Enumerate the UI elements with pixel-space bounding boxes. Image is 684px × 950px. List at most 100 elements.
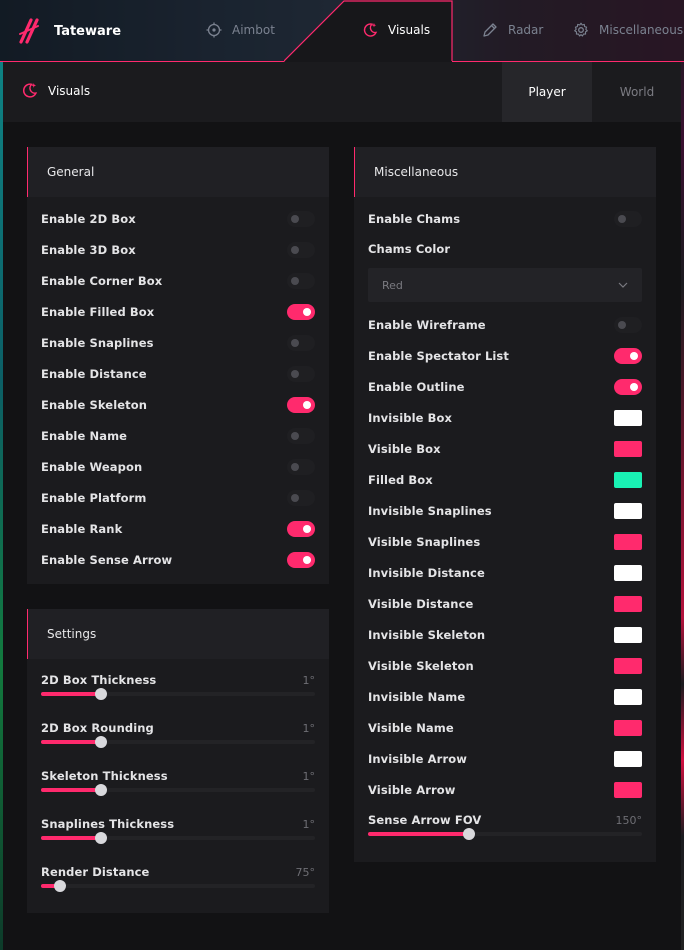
slider-handle[interactable] (54, 880, 67, 892)
toggle-switch[interactable] (614, 348, 642, 364)
slider-label: Snaplines Thickness (41, 817, 175, 831)
toggle-switch[interactable] (287, 552, 315, 568)
slider-header: Snaplines Thickness 1° (41, 816, 315, 832)
color-label: Invisible Distance (368, 566, 485, 580)
chams-color-select[interactable]: Red (368, 268, 642, 302)
slider-value: 1° (302, 673, 316, 687)
slider-track[interactable] (41, 736, 315, 748)
slider-handle[interactable] (463, 828, 476, 840)
color-swatch[interactable] (614, 503, 642, 519)
color-swatch[interactable] (614, 720, 642, 736)
toggle-row: Enable Outline (368, 377, 642, 397)
settings-panel-title: Settings (27, 609, 329, 659)
slider-value: 1° (302, 817, 316, 831)
tateware-logo-icon (18, 18, 40, 44)
color-swatch[interactable] (614, 472, 642, 488)
toggle-switch[interactable] (287, 242, 315, 258)
color-row: Visible Name (368, 718, 642, 738)
color-row: Invisible Distance (368, 563, 642, 583)
color-row: Invisible Skeleton (368, 625, 642, 645)
color-swatch[interactable] (614, 751, 642, 767)
toggle-label: Enable Spectator List (368, 349, 509, 363)
toggle-row: Enable Filled Box (41, 302, 315, 322)
general-panel-title: General (27, 147, 329, 197)
toggle-label: Enable Sense Arrow (41, 553, 173, 567)
toggle-switch[interactable] (287, 428, 315, 444)
toggle-label: Enable Distance (41, 367, 147, 381)
toggle-switch[interactable] (287, 304, 315, 320)
toggle-row: Enable Distance (41, 364, 315, 384)
toggle-switch[interactable] (287, 521, 315, 537)
toggle-label: Enable Platform (41, 491, 147, 505)
toggle-switch[interactable] (614, 379, 642, 395)
toggle-label: Enable Rank (41, 522, 123, 536)
background-edge-left (0, 0, 3, 950)
slider-handle[interactable] (95, 832, 108, 844)
slider-track[interactable] (41, 880, 315, 892)
toggle-switch[interactable] (287, 397, 315, 413)
toggle-switch[interactable] (614, 317, 642, 333)
color-row: Invisible Box (368, 408, 642, 428)
slider-label: 2D Box Rounding (41, 721, 154, 735)
slider-track[interactable] (41, 784, 315, 796)
slider-handle[interactable] (95, 784, 108, 796)
slider-handle[interactable] (95, 688, 108, 700)
slider-label: Sense Arrow FOV (368, 813, 482, 827)
color-swatch[interactable] (614, 565, 642, 581)
slider-track[interactable] (41, 688, 315, 700)
color-row: Visible Skeleton (368, 656, 642, 676)
color-swatch[interactable] (614, 689, 642, 705)
toggle-switch[interactable] (287, 459, 315, 475)
color-swatch[interactable] (614, 596, 642, 612)
color-row: Visible Snaplines (368, 532, 642, 552)
tab-player[interactable]: Player (502, 62, 592, 122)
nav-item-radar[interactable]: Radar (482, 22, 543, 38)
slider-fill (41, 740, 102, 744)
color-swatch[interactable] (614, 441, 642, 457)
enable-chams-toggle[interactable] (614, 211, 642, 227)
nav-item-aimbot[interactable]: Aimbot (206, 22, 275, 38)
toggle-row: Enable 2D Box (41, 209, 315, 229)
toggle-row: Enable 3D Box (41, 240, 315, 260)
toggle-switch[interactable] (287, 273, 315, 289)
chams-color-label: Chams Color (368, 242, 451, 256)
crosshair-icon (206, 22, 222, 38)
color-swatch[interactable] (614, 627, 642, 643)
slider-label: Render Distance (41, 865, 150, 879)
toggle-switch[interactable] (287, 490, 315, 506)
toggle-label: Enable 3D Box (41, 243, 136, 257)
moon-star-icon (23, 83, 38, 98)
color-label: Visible Arrow (368, 783, 456, 797)
color-label: Visible Snaplines (368, 535, 481, 549)
toggle-switch[interactable] (287, 211, 315, 227)
chams-color-value: Red (382, 278, 403, 292)
toggle-row: Enable Sense Arrow (41, 550, 315, 570)
toggle-row: Enable Spectator List (368, 346, 642, 366)
color-swatch[interactable] (614, 410, 642, 426)
toggle-label: Enable Chams (368, 212, 461, 226)
slider-row: 2D Box Rounding 1° (41, 720, 315, 754)
color-swatch[interactable] (614, 534, 642, 550)
slider-value: 1° (302, 769, 316, 783)
settings-panel: Settings 2D Box Thickness 1° 2D Box Roundi… (27, 609, 329, 913)
nav-item-visuals[interactable]: Visuals (362, 22, 430, 38)
slider-handle[interactable] (95, 736, 108, 748)
slider-track[interactable] (368, 828, 642, 840)
toggle-row: Enable Chams (368, 209, 642, 229)
toggle-row: Enable Weapon (41, 457, 315, 477)
toggle-label: Enable Name (41, 429, 128, 443)
toggle-label: Enable Outline (368, 380, 465, 394)
pen-icon (483, 23, 497, 37)
tab-world[interactable]: World (592, 62, 682, 122)
slider-track[interactable] (41, 832, 315, 844)
slider-header: 2D Box Thickness 1° (41, 672, 315, 688)
color-row: Invisible Arrow (368, 749, 642, 769)
toggle-row: Enable Name (41, 426, 315, 446)
toggle-switch[interactable] (287, 335, 315, 351)
moon-star-icon (363, 23, 378, 37)
nav-item-miscellaneous[interactable]: Miscellaneous (573, 22, 683, 38)
color-swatch[interactable] (614, 782, 642, 798)
toggle-switch[interactable] (287, 366, 315, 382)
miscellaneous-panel: Miscellaneous Enable Chams Chams Color R… (354, 147, 656, 862)
color-swatch[interactable] (614, 658, 642, 674)
